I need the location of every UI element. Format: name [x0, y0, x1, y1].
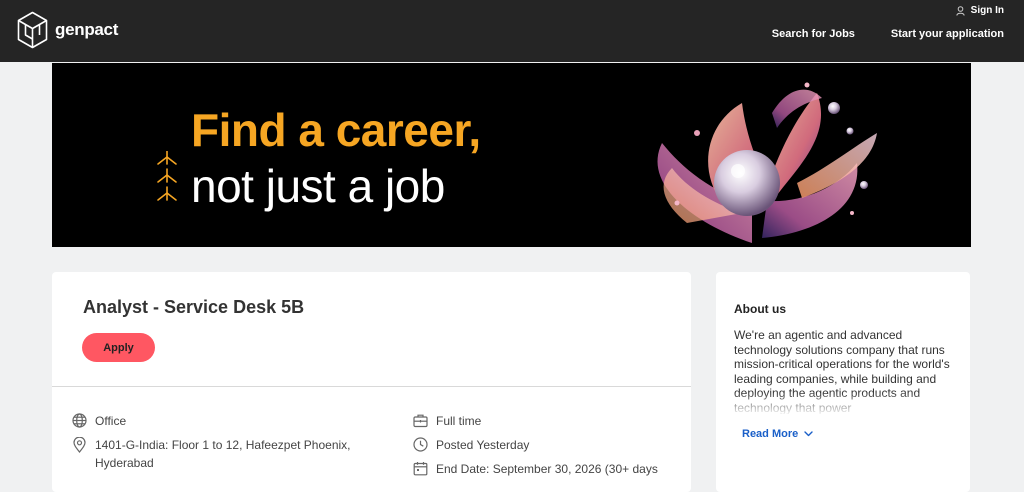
sign-in-link[interactable]: Sign In	[955, 5, 1004, 16]
banner-headline-primary: Find a career,	[191, 104, 481, 156]
chevron-down-icon	[804, 431, 813, 437]
workplace-type-label: Office	[95, 414, 127, 428]
about-text-fade	[734, 392, 956, 416]
location-line-2: Hyderabad	[95, 456, 154, 470]
read-more-button[interactable]: Read More	[742, 428, 813, 440]
genpact-cube-logo-icon	[17, 11, 48, 49]
main-nav: Search for Jobs Start your application	[736, 28, 1004, 40]
banner-headline-secondary: not just a job	[191, 160, 445, 212]
employment-type: Full time	[413, 412, 481, 430]
chevron-up-arrows-icon	[157, 151, 177, 201]
calendar-icon	[413, 462, 428, 476]
end-date: End Date: September 30, 2026 (30+ days	[413, 460, 658, 478]
posted-date-label: Posted Yesterday	[436, 438, 530, 452]
globe-icon	[72, 413, 87, 428]
top-header: genpact Sign In Search for Jobs Start yo…	[0, 0, 1024, 62]
brand-name: genpact	[55, 20, 119, 39]
about-us-card: About us We're an agentic and advanced t…	[716, 272, 970, 492]
employment-type-label: Full time	[436, 414, 482, 428]
location-line-1: 1401-G-India: Floor 1 to 12, Hafeezpet P…	[95, 438, 351, 452]
job-title: Analyst - Service Desk 5B	[83, 297, 305, 317]
apply-button[interactable]: Apply	[82, 333, 155, 362]
read-more-label: Read More	[742, 428, 799, 440]
location-pin-icon	[73, 437, 86, 453]
job-details-card: Analyst - Service Desk 5B Apply Office 1…	[52, 272, 691, 492]
end-date-label: End Date: September 30, 2026 (30+ days	[436, 462, 658, 476]
abstract-flower-artwork	[657, 82, 877, 243]
posted-date: Posted Yesterday	[413, 436, 529, 454]
nav-search-for-jobs[interactable]: Search for Jobs	[772, 28, 855, 40]
sign-in-label: Sign In	[970, 5, 1004, 16]
workplace-type: Office	[72, 412, 126, 430]
nav-start-your-application[interactable]: Start your application	[891, 28, 1004, 40]
hero-banner: Find a career, not just a job	[52, 63, 971, 247]
job-location: 1401-G-India: Floor 1 to 12, Hafeezpet P…	[72, 436, 351, 472]
briefcase-icon	[413, 414, 428, 428]
user-icon	[955, 5, 965, 16]
card-divider	[52, 386, 691, 387]
clock-icon	[413, 437, 428, 452]
about-us-title: About us	[734, 302, 786, 316]
genpact-logo[interactable]: genpact	[17, 11, 118, 49]
